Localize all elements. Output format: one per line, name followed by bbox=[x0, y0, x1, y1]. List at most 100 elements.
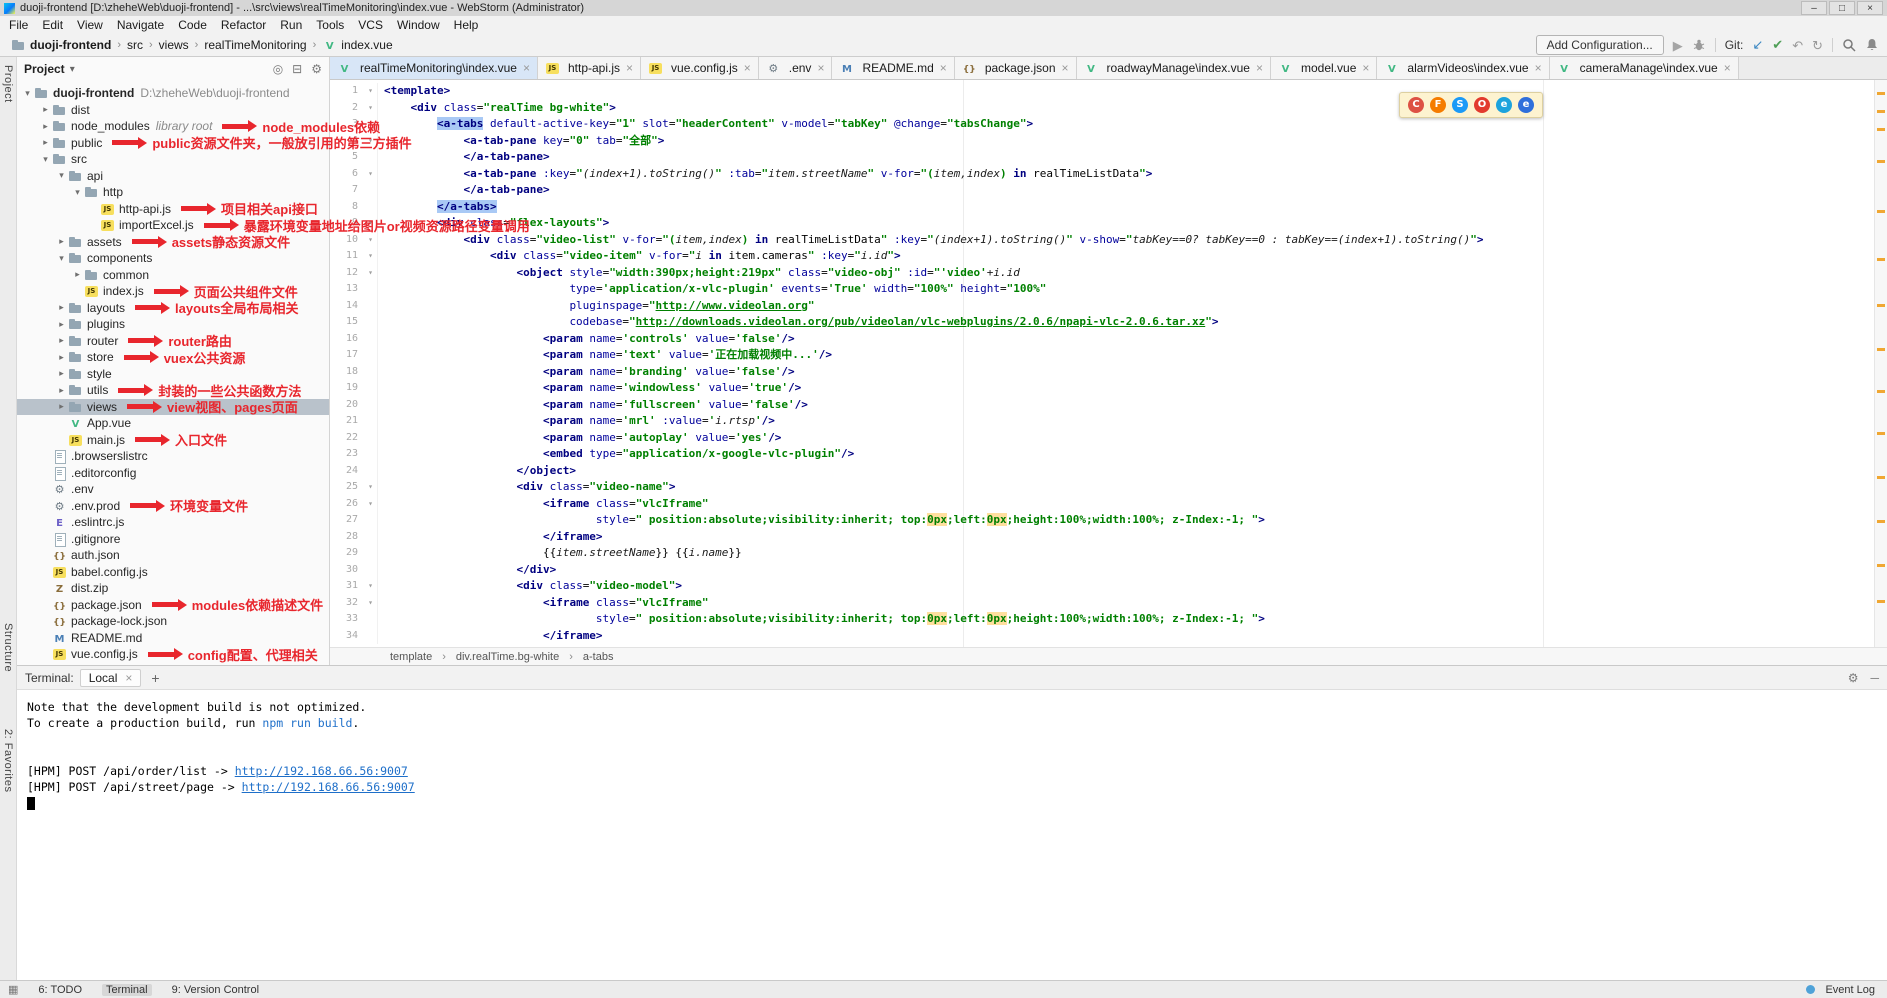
editor-tab-realtimemonitoring-index-vue[interactable]: realTimeMonitoring\index.vue× bbox=[330, 57, 538, 79]
add-configuration-button[interactable]: Add Configuration... bbox=[1536, 35, 1664, 55]
menu-edit[interactable]: Edit bbox=[35, 17, 70, 33]
code-line[interactable]: 18 <param name='branding' value='false'/… bbox=[330, 364, 1887, 381]
chevron-right-icon[interactable]: ▸ bbox=[71, 269, 84, 280]
tree-item-src[interactable]: ▾src bbox=[17, 151, 329, 168]
tree-item-dist[interactable]: ▸dist bbox=[17, 102, 329, 119]
code-line[interactable]: 34 </iframe> bbox=[330, 628, 1887, 645]
close-tab-icon[interactable]: × bbox=[1724, 61, 1731, 75]
fold-icon[interactable]: ▾ bbox=[364, 83, 378, 100]
close-tab-icon[interactable]: × bbox=[626, 61, 633, 75]
breadcrumb-item-realtimemonitoring[interactable]: realTimeMonitoring bbox=[201, 37, 309, 53]
tree-item-http[interactable]: ▾http bbox=[17, 184, 329, 201]
chevron-right-icon[interactable]: ▸ bbox=[39, 121, 52, 132]
terminal-prompt-line[interactable] bbox=[27, 795, 1877, 811]
editor-tab-env[interactable]: .env× bbox=[759, 57, 833, 79]
menu-run[interactable]: Run bbox=[273, 17, 309, 33]
code-line[interactable]: 16 <param name='controls' value='false'/… bbox=[330, 331, 1887, 348]
chevron-right-icon[interactable]: ▸ bbox=[55, 368, 68, 379]
code-line[interactable]: 22 <param name='autoplay' value='yes'/> bbox=[330, 430, 1887, 447]
menu-window[interactable]: Window bbox=[390, 17, 447, 33]
git-commit-icon[interactable]: ✔ bbox=[1772, 37, 1783, 53]
code-line[interactable]: 14 pluginspage="http://www.videolan.org" bbox=[330, 298, 1887, 315]
tree-item-style[interactable]: ▸style bbox=[17, 366, 329, 383]
run-icon[interactable]: ▶ bbox=[1673, 39, 1683, 52]
chevron-down-icon[interactable]: ▾ bbox=[21, 88, 34, 99]
tree-item-readme-md[interactable]: README.md bbox=[17, 630, 329, 647]
tree-item-utils[interactable]: ▸utils封装的一些公共函数方法 bbox=[17, 382, 329, 399]
code-line[interactable]: 32▾ <iframe class="vlcIframe" bbox=[330, 595, 1887, 612]
editor-tab-alarmvideos-index-vue[interactable]: alarmVideos\index.vue× bbox=[1377, 57, 1549, 79]
tree-item-api[interactable]: ▾api bbox=[17, 168, 329, 185]
toolwindow-switcher-icon[interactable]: ▦ bbox=[8, 983, 18, 996]
close-tab-icon[interactable]: × bbox=[1062, 61, 1069, 75]
tree-item-babel-config-js[interactable]: babel.config.js bbox=[17, 564, 329, 581]
status-terminal[interactable]: Terminal bbox=[102, 984, 152, 996]
maximize-button[interactable]: □ bbox=[1829, 1, 1855, 15]
terminal-link[interactable]: http://192.168.66.56:9007 bbox=[242, 780, 415, 794]
code-line[interactable]: 17 <param name='text' value='正在加载视频中...'… bbox=[330, 347, 1887, 364]
tool-button-project[interactable]: Project bbox=[2, 65, 14, 103]
minimize-button[interactable]: – bbox=[1801, 1, 1827, 15]
tree-item-public[interactable]: ▸publicpublic资源文件夹，一般放引用的第三方插件 bbox=[17, 135, 329, 152]
code-breadcrumb-div-realtime-bg-white[interactable]: div.realTime.bg-white bbox=[456, 651, 559, 663]
tree-item-layouts[interactable]: ▸layoutslayouts全局布局相关 bbox=[17, 300, 329, 317]
history-icon[interactable]: ↻ bbox=[1812, 39, 1823, 52]
breadcrumb-item-views[interactable]: views bbox=[156, 37, 192, 53]
chevron-right-icon[interactable]: ▸ bbox=[55, 401, 68, 412]
tree-item-node-modules[interactable]: ▸node_moduleslibrary rootnode_modules依赖 bbox=[17, 118, 329, 135]
menu-tools[interactable]: Tools bbox=[309, 17, 351, 33]
edge-icon[interactable]: e bbox=[1518, 97, 1534, 113]
close-tab-icon[interactable]: × bbox=[817, 61, 824, 75]
chevron-down-icon[interactable]: ▾ bbox=[55, 170, 68, 181]
fold-icon[interactable]: ▾ bbox=[364, 248, 378, 265]
close-tab-icon[interactable]: × bbox=[523, 61, 530, 75]
tree-item-assets[interactable]: ▸assetsassets静态资源文件 bbox=[17, 234, 329, 251]
code-line[interactable]: 10▾ <div class="video-list" v-for="(item… bbox=[330, 232, 1887, 249]
menu-file[interactable]: File bbox=[2, 17, 35, 33]
tree-item-plugins[interactable]: ▸plugins bbox=[17, 316, 329, 333]
code-line[interactable]: 29 {{item.streetName}} {{i.name}} bbox=[330, 545, 1887, 562]
git-update-icon[interactable]: ↙ bbox=[1752, 37, 1763, 53]
tree-item-vue-config-js[interactable]: vue.config.jsconfig配置、代理相关 bbox=[17, 646, 329, 663]
status-9-version-control[interactable]: 9: Version Control bbox=[168, 984, 263, 996]
tree-item-views[interactable]: ▸viewsview视图、pages页面 bbox=[17, 399, 329, 416]
code-line[interactable]: 4▾ <a-tab-pane key="0" tab="全部"> bbox=[330, 133, 1887, 150]
tree-item-importexcel-js[interactable]: importExcel.js暴露环境变量地址给图片or视频资源路径变量调用 bbox=[17, 217, 329, 234]
fold-icon[interactable]: ▾ bbox=[364, 496, 378, 513]
code-breadcrumb-a-tabs[interactable]: a-tabs bbox=[583, 651, 614, 663]
code-editor[interactable]: 1▾<template>2▾ <div class="realTime bg-w… bbox=[330, 80, 1887, 647]
code-line[interactable]: 1▾<template> bbox=[330, 83, 1887, 100]
code-line[interactable]: 7 </a-tab-pane> bbox=[330, 182, 1887, 199]
close-tab-icon[interactable]: × bbox=[1362, 61, 1369, 75]
code-line[interactable]: 13 type='application/x-vlc-plugin' event… bbox=[330, 281, 1887, 298]
code-line[interactable]: 33 style=" position:absolute;visibility:… bbox=[330, 611, 1887, 628]
tree-item-index-js[interactable]: index.js页面公共组件文件 bbox=[17, 283, 329, 300]
chevron-right-icon[interactable]: ▸ bbox=[55, 319, 68, 330]
code-line[interactable]: 20 <param name='fullscreen' value='false… bbox=[330, 397, 1887, 414]
editor-scrollbar[interactable] bbox=[1874, 80, 1887, 647]
tree-item-auth-json[interactable]: auth.json bbox=[17, 547, 329, 564]
code-breadcrumb-template[interactable]: template bbox=[390, 651, 432, 663]
new-terminal-session-icon[interactable]: + bbox=[147, 670, 163, 686]
menu-code[interactable]: Code bbox=[171, 17, 214, 33]
terminal-tab-local[interactable]: Local × bbox=[80, 669, 142, 687]
close-button[interactable]: × bbox=[1857, 1, 1883, 15]
tree-item-env[interactable]: .env bbox=[17, 481, 329, 498]
safari-icon[interactable]: S bbox=[1452, 97, 1468, 113]
chevron-right-icon[interactable]: ▸ bbox=[55, 352, 68, 363]
code-line[interactable]: 28 </iframe> bbox=[330, 529, 1887, 546]
fold-icon[interactable]: ▾ bbox=[364, 578, 378, 595]
breadcrumb-item-src[interactable]: src bbox=[124, 37, 146, 53]
menu-vcs[interactable]: VCS bbox=[351, 17, 390, 33]
tree-item-app-vue[interactable]: App.vue bbox=[17, 415, 329, 432]
tree-item-http-api-js[interactable]: http-api.js项目相关api接口 bbox=[17, 201, 329, 218]
git-rollback-icon[interactable]: ↶ bbox=[1792, 39, 1803, 52]
tool-button-structure[interactable]: Structure bbox=[2, 623, 14, 672]
notifications-bell-icon[interactable] bbox=[1865, 38, 1879, 52]
editor-tab-cameramanage-index-vue[interactable]: cameraManage\index.vue× bbox=[1550, 57, 1739, 79]
tool-button-favorites[interactable]: 2: Favorites bbox=[2, 729, 14, 792]
tree-item-main-js[interactable]: main.js入口文件 bbox=[17, 432, 329, 449]
tree-item-editorconfig[interactable]: .editorconfig bbox=[17, 465, 329, 482]
project-panel-title[interactable]: Project bbox=[24, 62, 65, 76]
close-tab-icon[interactable]: × bbox=[744, 61, 751, 75]
